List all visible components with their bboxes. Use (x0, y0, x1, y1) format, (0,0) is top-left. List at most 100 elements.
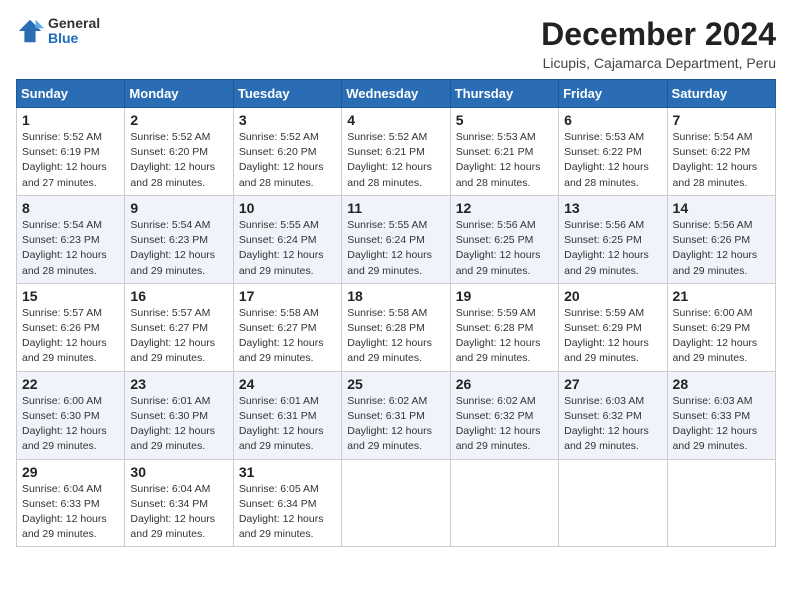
day-cell: 16Sunrise: 5:57 AM Sunset: 6:27 PM Dayli… (125, 283, 233, 371)
column-header-wednesday: Wednesday (342, 80, 450, 108)
day-cell (559, 459, 667, 547)
day-detail: Sunrise: 6:02 AM Sunset: 6:31 PM Dayligh… (347, 395, 432, 453)
day-number: 2 (130, 112, 227, 128)
day-detail: Sunrise: 5:56 AM Sunset: 6:25 PM Dayligh… (456, 219, 541, 277)
day-cell: 1Sunrise: 5:52 AM Sunset: 6:19 PM Daylig… (17, 108, 125, 196)
day-number: 3 (239, 112, 336, 128)
day-number: 22 (22, 376, 119, 392)
page-header: General Blue December 2024 Licupis, Caja… (16, 16, 776, 71)
day-number: 30 (130, 464, 227, 480)
day-detail: Sunrise: 6:00 AM Sunset: 6:30 PM Dayligh… (22, 395, 107, 453)
day-detail: Sunrise: 5:53 AM Sunset: 6:21 PM Dayligh… (456, 131, 541, 189)
logo-icon (16, 17, 44, 45)
day-number: 16 (130, 288, 227, 304)
day-detail: Sunrise: 5:56 AM Sunset: 6:26 PM Dayligh… (673, 219, 758, 277)
week-row-3: 15 Sunrise: 5:57 AM Sunset: 6:26 PM Dayli… (17, 283, 776, 371)
day-detail: Sunrise: 6:04 AM Sunset: 6:34 PM Dayligh… (130, 483, 215, 541)
day-detail: Sunrise: 5:55 AM Sunset: 6:24 PM Dayligh… (347, 219, 432, 277)
day-cell: 26 Sunrise: 6:02 AM Sunset: 6:32 PM Dayli… (450, 371, 558, 459)
header-row: SundayMondayTuesdayWednesdayThursdayFrid… (17, 80, 776, 108)
day-cell: 20 Sunrise: 5:59 AM Sunset: 6:29 PM Dayli… (559, 283, 667, 371)
column-header-saturday: Saturday (667, 80, 775, 108)
day-cell: 19Sunrise: 5:59 AM Sunset: 6:28 PM Dayli… (450, 283, 558, 371)
day-number: 21 (673, 288, 770, 304)
day-cell: 27 Sunrise: 6:03 AM Sunset: 6:32 PM Dayli… (559, 371, 667, 459)
day-cell: 22 Sunrise: 6:00 AM Sunset: 6:30 PM Dayli… (17, 371, 125, 459)
day-cell: 11 Sunrise: 5:55 AM Sunset: 6:24 PM Dayli… (342, 195, 450, 283)
logo-blue-text: Blue (48, 31, 100, 46)
column-header-friday: Friday (559, 80, 667, 108)
logo-general-text: General (48, 16, 100, 31)
day-detail: Sunrise: 5:58 AM Sunset: 6:28 PM Dayligh… (347, 307, 432, 365)
logo: General Blue (16, 16, 100, 47)
day-number: 6 (564, 112, 661, 128)
day-cell (667, 459, 775, 547)
day-detail: Sunrise: 5:54 AM Sunset: 6:23 PM Dayligh… (130, 219, 215, 277)
day-cell: 24 Sunrise: 6:01 AM Sunset: 6:31 PM Dayli… (233, 371, 341, 459)
day-detail: Sunrise: 5:58 AM Sunset: 6:27 PM Dayligh… (239, 307, 324, 365)
week-row-1: 1Sunrise: 5:52 AM Sunset: 6:19 PM Daylig… (17, 108, 776, 196)
column-header-monday: Monday (125, 80, 233, 108)
day-number: 13 (564, 200, 661, 216)
day-cell (450, 459, 558, 547)
day-detail: Sunrise: 5:52 AM Sunset: 6:21 PM Dayligh… (347, 131, 432, 189)
day-number: 29 (22, 464, 119, 480)
day-cell: 28Sunrise: 6:03 AM Sunset: 6:33 PM Dayli… (667, 371, 775, 459)
day-number: 20 (564, 288, 661, 304)
day-number: 26 (456, 376, 553, 392)
day-number: 15 (22, 288, 119, 304)
day-detail: Sunrise: 6:04 AM Sunset: 6:33 PM Dayligh… (22, 483, 107, 541)
day-cell: 7 Sunrise: 5:54 AM Sunset: 6:22 PM Daylig… (667, 108, 775, 196)
day-cell: 8Sunrise: 5:54 AM Sunset: 6:23 PM Daylig… (17, 195, 125, 283)
day-cell: 23 Sunrise: 6:01 AM Sunset: 6:30 PM Dayli… (125, 371, 233, 459)
day-cell: 18Sunrise: 5:58 AM Sunset: 6:28 PM Dayli… (342, 283, 450, 371)
day-detail: Sunrise: 6:03 AM Sunset: 6:32 PM Dayligh… (564, 395, 649, 453)
month-title: December 2024 (541, 16, 776, 53)
day-detail: Sunrise: 5:52 AM Sunset: 6:19 PM Dayligh… (22, 131, 107, 189)
location: Licupis, Cajamarca Department, Peru (541, 55, 776, 71)
day-detail: Sunrise: 5:57 AM Sunset: 6:26 PM Dayligh… (22, 307, 107, 365)
calendar-table: SundayMondayTuesdayWednesdayThursdayFrid… (16, 79, 776, 547)
day-detail: Sunrise: 6:02 AM Sunset: 6:32 PM Dayligh… (456, 395, 541, 453)
day-detail: Sunrise: 5:54 AM Sunset: 6:22 PM Dayligh… (673, 131, 758, 189)
day-number: 11 (347, 200, 444, 216)
day-cell: 14 Sunrise: 5:56 AM Sunset: 6:26 PM Dayli… (667, 195, 775, 283)
day-number: 31 (239, 464, 336, 480)
day-cell: 21Sunrise: 6:00 AM Sunset: 6:29 PM Dayli… (667, 283, 775, 371)
column-header-thursday: Thursday (450, 80, 558, 108)
day-detail: Sunrise: 5:52 AM Sunset: 6:20 PM Dayligh… (239, 131, 324, 189)
day-number: 17 (239, 288, 336, 304)
day-detail: Sunrise: 5:56 AM Sunset: 6:25 PM Dayligh… (564, 219, 649, 277)
week-row-5: 29 Sunrise: 6:04 AM Sunset: 6:33 PM Dayli… (17, 459, 776, 547)
calendar-body: 1Sunrise: 5:52 AM Sunset: 6:19 PM Daylig… (17, 108, 776, 547)
day-detail: Sunrise: 5:59 AM Sunset: 6:29 PM Dayligh… (564, 307, 649, 365)
day-number: 5 (456, 112, 553, 128)
day-cell: 29 Sunrise: 6:04 AM Sunset: 6:33 PM Dayli… (17, 459, 125, 547)
day-cell: 31Sunrise: 6:05 AM Sunset: 6:34 PM Dayli… (233, 459, 341, 547)
day-cell: 6Sunrise: 5:53 AM Sunset: 6:22 PM Daylig… (559, 108, 667, 196)
day-cell: 15 Sunrise: 5:57 AM Sunset: 6:26 PM Dayli… (17, 283, 125, 371)
day-number: 14 (673, 200, 770, 216)
day-number: 25 (347, 376, 444, 392)
column-header-sunday: Sunday (17, 80, 125, 108)
day-detail: Sunrise: 5:55 AM Sunset: 6:24 PM Dayligh… (239, 219, 324, 277)
day-number: 24 (239, 376, 336, 392)
title-section: December 2024 Licupis, Cajamarca Departm… (541, 16, 776, 71)
day-number: 9 (130, 200, 227, 216)
week-row-4: 22 Sunrise: 6:00 AM Sunset: 6:30 PM Dayli… (17, 371, 776, 459)
day-cell: 10 Sunrise: 5:55 AM Sunset: 6:24 PM Dayli… (233, 195, 341, 283)
day-number: 4 (347, 112, 444, 128)
day-number: 12 (456, 200, 553, 216)
day-detail: Sunrise: 6:01 AM Sunset: 6:31 PM Dayligh… (239, 395, 324, 453)
day-cell: 13 Sunrise: 5:56 AM Sunset: 6:25 PM Dayli… (559, 195, 667, 283)
day-cell: 9 Sunrise: 5:54 AM Sunset: 6:23 PM Daylig… (125, 195, 233, 283)
day-number: 23 (130, 376, 227, 392)
day-detail: Sunrise: 5:59 AM Sunset: 6:28 PM Dayligh… (456, 307, 541, 365)
day-number: 10 (239, 200, 336, 216)
day-detail: Sunrise: 6:01 AM Sunset: 6:30 PM Dayligh… (130, 395, 215, 453)
day-number: 7 (673, 112, 770, 128)
day-cell: 3 Sunrise: 5:52 AM Sunset: 6:20 PM Daylig… (233, 108, 341, 196)
day-cell (342, 459, 450, 547)
day-number: 8 (22, 200, 119, 216)
day-number: 27 (564, 376, 661, 392)
